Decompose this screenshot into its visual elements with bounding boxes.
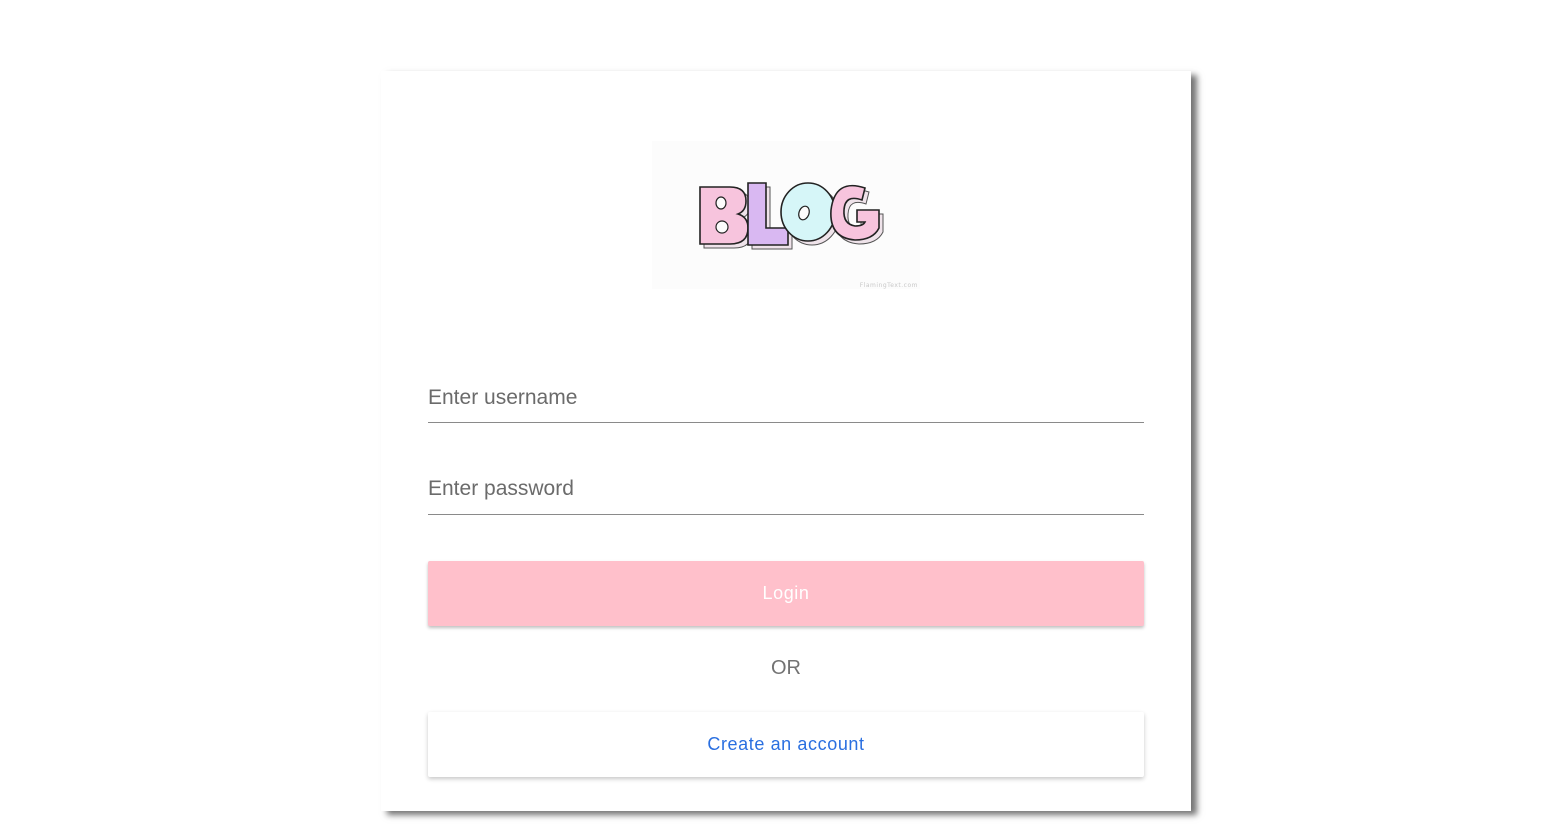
create-account-button[interactable]: Create an account xyxy=(428,712,1144,777)
password-input[interactable] xyxy=(428,472,1144,515)
blog-logo: FlamingText.com xyxy=(652,141,920,289)
blog-logo-image xyxy=(699,182,884,250)
logo-credit: FlamingText.com xyxy=(859,282,918,289)
or-divider: OR xyxy=(771,657,801,679)
login-card: FlamingText.com Login OR Create an accou… xyxy=(381,71,1191,811)
logo-letter-b xyxy=(699,186,749,245)
logo-letter-g xyxy=(830,184,880,241)
username-input[interactable] xyxy=(428,381,1144,423)
login-button[interactable]: Login xyxy=(428,561,1144,626)
